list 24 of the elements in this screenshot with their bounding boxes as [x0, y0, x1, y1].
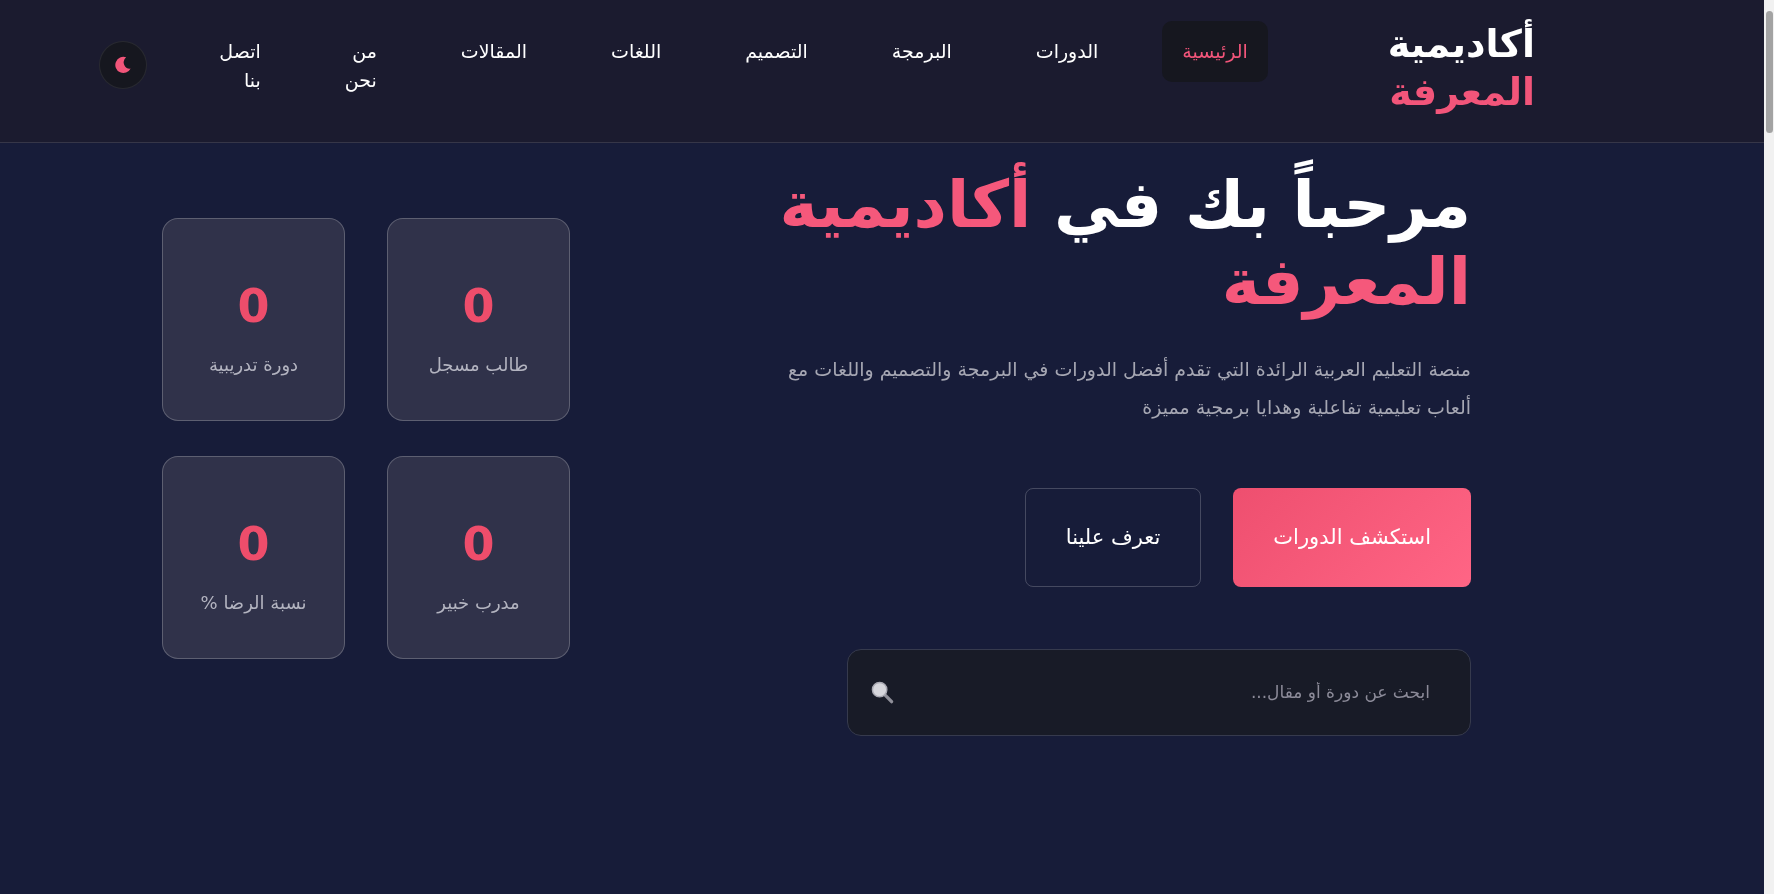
nav-link[interactable]: الدورات	[1015, 21, 1119, 83]
stat-value: 0	[237, 521, 270, 567]
moon-icon	[114, 56, 133, 74]
scrollbar-thumb[interactable]	[1765, 11, 1773, 133]
stat-label: مدرب خبير	[437, 591, 520, 616]
stat-label: دورة تدريبية	[208, 353, 299, 378]
outline-button[interactable]: تعرف علينا	[1024, 488, 1202, 587]
theme-toggle-button[interactable]	[99, 41, 148, 89]
hero-description: منصة التعليم العربية الرائدة التي تقدم أفضل الدورات في البرمجة والتصميم واللغات مع ألعاب تعليمية تفاعلية وهدايا برمجية مميزة	[786, 356, 1471, 421]
stat-value: 0	[237, 283, 270, 329]
nav-link[interactable]: من نحن	[324, 21, 397, 112]
nav-link[interactable]: البرمجة	[871, 21, 972, 83]
nav-link[interactable]: المقالات	[440, 21, 547, 83]
nav-link[interactable]: اتصل بنا	[199, 21, 281, 112]
stat-value: 0	[462, 283, 495, 329]
search-icon	[871, 680, 894, 704]
hero-title: مرحباً بك في أكاديمية المعرفة	[769, 155, 1471, 329]
stat-label: طالب مسجل	[428, 353, 529, 377]
nav-link[interactable]: اللغات	[591, 21, 682, 83]
stat-value: 0	[462, 521, 495, 567]
stat-label: نسبة الرضا %	[200, 591, 307, 616]
nav-link[interactable]: التصميم	[725, 21, 828, 83]
nav-link[interactable]: الرئيسية	[1162, 21, 1268, 83]
brand-logo: أكاديمية المعرفة	[1387, 21, 1535, 116]
